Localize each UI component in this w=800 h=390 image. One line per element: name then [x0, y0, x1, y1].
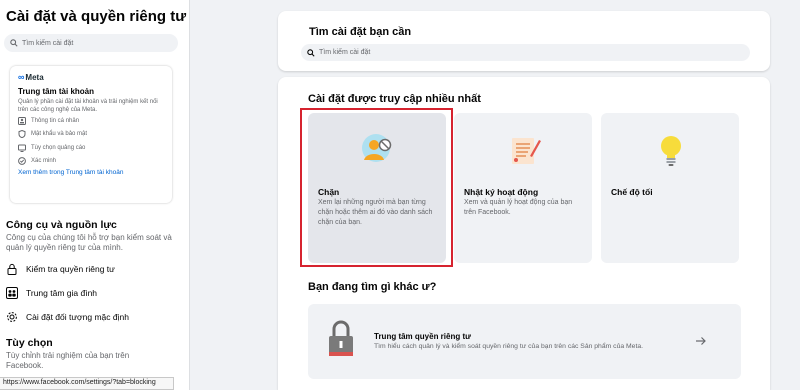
settings-sidebar: Cài đặt và quyền riêng tư Tìm kiếm cài đ… — [0, 0, 190, 390]
accounts-item-label: Xác minh — [31, 158, 57, 165]
meta-logo: ∞ Meta — [18, 72, 164, 82]
settings-search-card: Tìm cài đặt bạn cần Tìm kiếm cài đặt — [278, 11, 770, 71]
check-circle-icon — [18, 157, 26, 166]
tools-section-description: Công cụ của chúng tôi hỗ trợ bạn kiểm so… — [6, 233, 172, 252]
tile-activity-log[interactable]: Nhật ký hoạt động Xem và quản lý hoạt độ… — [454, 113, 592, 263]
sidebar-item-privacy-checkup[interactable]: Kiểm tra quyền riêng tư — [6, 263, 115, 275]
search-icon — [307, 48, 315, 57]
lock-icon — [6, 263, 18, 275]
tools-section-title: Công cụ và nguồn lực — [6, 219, 117, 231]
tile-title: Chế độ tối — [611, 187, 653, 197]
tile-dark-mode[interactable]: Chế độ tối — [601, 113, 739, 263]
accounts-item-label: Tùy chọn quảng cáo — [31, 144, 86, 151]
sidebar-item-label: Trung tâm gia đình — [26, 288, 98, 298]
sidebar-search-input[interactable]: Tìm kiếm cài đặt — [4, 34, 178, 52]
accounts-item-verification[interactable]: Xác minh — [18, 155, 164, 169]
search-icon — [10, 39, 18, 47]
accounts-item-label: Mật khẩu và bảo mật — [31, 131, 88, 138]
browser-status-url: https://www.facebook.com/settings/?tab=b… — [0, 377, 174, 390]
other-section-title: Bạn đang tìm gì khác ư? — [308, 281, 437, 293]
activity-log-icon — [512, 138, 541, 164]
settings-search-heading: Tìm cài đặt bạn cần — [309, 26, 412, 38]
shield-icon — [18, 130, 26, 139]
accounts-item-label: Thông tin cá nhân — [31, 117, 80, 124]
ad-screen-icon — [18, 144, 26, 152]
preferences-section-description: Tùy chỉnh trải nghiệm của bạn trên Faceb… — [6, 351, 130, 370]
accounts-item-ad-preferences[interactable]: Tùy chọn quảng cáo — [18, 141, 164, 155]
privacy-center-row[interactable]: Trung tâm quyền riêng tư Tìm hiểu cách q… — [308, 304, 741, 379]
settings-search-input[interactable]: Tìm kiếm cài đặt — [301, 44, 750, 61]
padlock-icon — [329, 320, 353, 356]
tile-title: Nhật ký hoạt động — [464, 187, 539, 197]
accounts-center-title: Trung tâm tài khoản — [18, 87, 95, 96]
tile-description: Xem và quản lý hoạt động của bạn trên Fa… — [464, 199, 573, 216]
privacy-center-title: Trung tâm quyền riêng tư — [374, 332, 471, 341]
arrow-right-icon — [696, 337, 706, 345]
privacy-center-description: Tìm hiểu cách quản lý và kiểm soát quyền… — [374, 343, 644, 350]
most-accessed-title: Cài đặt được truy cập nhiều nhất — [308, 93, 481, 105]
meta-brand: Meta — [25, 72, 44, 82]
person-card-icon — [18, 116, 26, 125]
most-accessed-card: Cài đặt được truy cập nhiều nhất Chặn Xe… — [278, 77, 770, 390]
accounts-center-description: Quản lý phần cài đặt tài khoản và trải n… — [18, 99, 158, 113]
sidebar-item-label: Kiểm tra quyền riêng tư — [26, 264, 115, 274]
meta-infinity-icon: ∞ — [18, 72, 25, 82]
family-icon — [6, 287, 18, 299]
lightbulb-icon — [661, 136, 681, 166]
accounts-center-card[interactable]: ∞ Meta Trung tâm tài khoản Quản lý phần … — [10, 66, 172, 203]
settings-search-placeholder: Tìm kiếm cài đặt — [319, 49, 371, 56]
gear-icon — [6, 311, 18, 323]
highlight-box — [300, 108, 453, 267]
sidebar-item-family-center[interactable]: Trung tâm gia đình — [6, 287, 97, 299]
sidebar-item-label: Cài đặt đối tượng mặc định — [26, 312, 129, 322]
accounts-item-personal-info[interactable]: Thông tin cá nhân — [18, 114, 164, 128]
sidebar-item-default-audience[interactable]: Cài đặt đối tượng mặc định — [6, 311, 129, 323]
sidebar-search-placeholder: Tìm kiếm cài đặt — [22, 39, 74, 47]
sidebar-title: Cài đặt và quyền riêng tư — [6, 8, 187, 25]
accounts-item-password-security[interactable]: Mật khẩu và bảo mật — [18, 128, 164, 142]
preferences-section-title: Tùy chọn — [6, 337, 53, 349]
accounts-center-see-more-link[interactable]: Xem thêm trong Trung tâm tài khoản — [18, 169, 164, 176]
